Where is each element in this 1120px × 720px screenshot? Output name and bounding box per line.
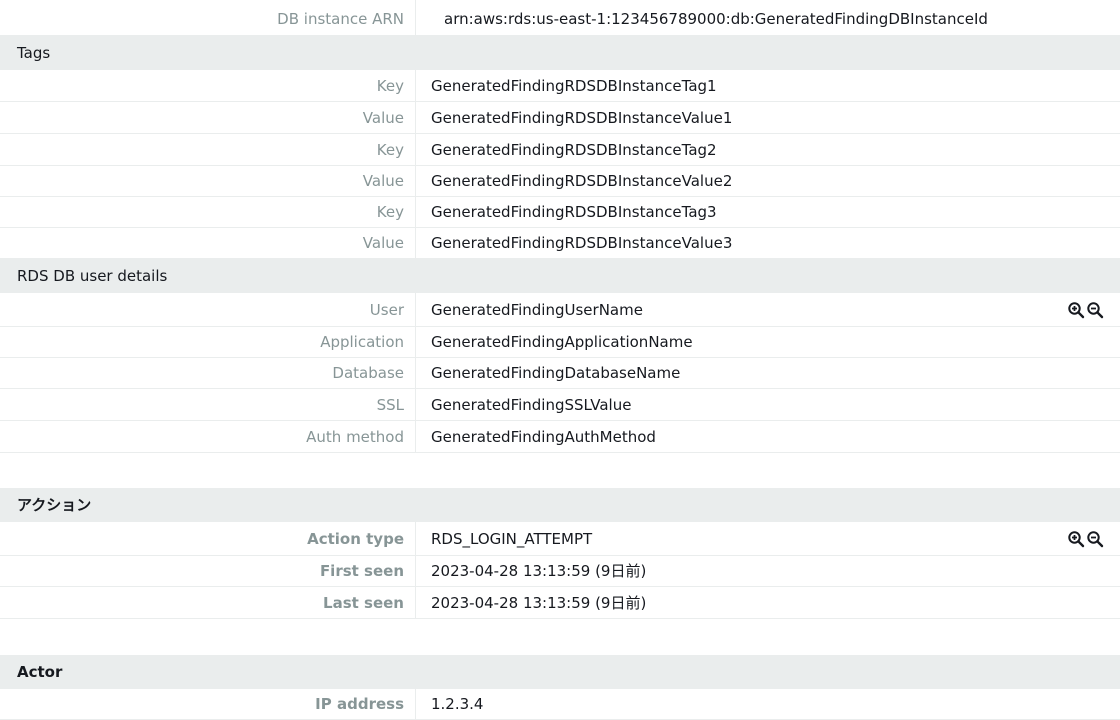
detail-row-tag-key: Key GeneratedFindingRDSDBInstanceTag2: [0, 134, 1120, 166]
row-value: GeneratedFindingRDSDBInstanceTag2: [431, 141, 717, 159]
zoom-in-icon[interactable]: [1067, 301, 1085, 319]
detail-row-user: User GeneratedFindingUserName: [0, 293, 1120, 327]
row-label: Key: [0, 70, 416, 101]
detail-row-action-type: Action type RDS_LOGIN_ATTEMPT: [0, 522, 1120, 556]
row-label: IP address: [0, 689, 416, 719]
row-value: GeneratedFindingRDSDBInstanceTag1: [431, 77, 717, 95]
row-label: Key: [0, 197, 416, 227]
row-label: Value: [0, 228, 416, 258]
row-value: GeneratedFindingSSLValue: [431, 396, 632, 414]
row-label: Value: [0, 102, 416, 133]
row-label: DB instance ARN: [0, 0, 416, 35]
row-value: GeneratedFindingRDSDBInstanceValue3: [431, 234, 733, 252]
row-label: Auth method: [0, 421, 416, 452]
detail-row-ssl: SSL GeneratedFindingSSLValue: [0, 389, 1120, 421]
row-label: Key: [0, 134, 416, 165]
detail-row-first-seen: First seen 2023-04-28 13:13:59 (9日前): [0, 556, 1120, 587]
finding-details-panel: DB instance ARN arn:aws:rds:us-east-1:12…: [0, 0, 1120, 720]
row-label: Last seen: [0, 587, 416, 618]
detail-row-tag-key: Key GeneratedFindingRDSDBInstanceTag1: [0, 70, 1120, 102]
row-value: GeneratedFindingAuthMethod: [431, 428, 656, 446]
zoom-out-icon[interactable]: [1086, 301, 1104, 319]
detail-row-tag-value: Value GeneratedFindingRDSDBInstanceValue…: [0, 102, 1120, 134]
section-header-action: アクション: [0, 488, 1120, 522]
zoom-controls: [1067, 301, 1104, 319]
detail-row-last-seen: Last seen 2023-04-28 13:13:59 (9日前): [0, 587, 1120, 619]
row-value: GeneratedFindingRDSDBInstanceTag3: [431, 203, 717, 221]
row-label: Application: [0, 327, 416, 357]
row-value: arn:aws:rds:us-east-1:123456789000:db:Ge…: [444, 10, 988, 28]
detail-row-tag-value: Value GeneratedFindingRDSDBInstanceValue…: [0, 166, 1120, 197]
zoom-in-icon[interactable]: [1067, 530, 1085, 548]
row-label: Database: [0, 358, 416, 388]
zoom-controls: [1067, 530, 1104, 548]
detail-row-database: Database GeneratedFindingDatabaseName: [0, 358, 1120, 389]
detail-row-db-instance-arn: DB instance ARN arn:aws:rds:us-east-1:12…: [0, 0, 1120, 36]
detail-row-tag-value: Value GeneratedFindingRDSDBInstanceValue…: [0, 228, 1120, 259]
row-value: 2023-04-28 13:13:59 (9日前): [431, 562, 647, 580]
row-value: GeneratedFindingRDSDBInstanceValue2: [431, 172, 733, 190]
row-label: First seen: [0, 556, 416, 586]
row-label: SSL: [0, 389, 416, 420]
row-value: GeneratedFindingUserName: [431, 301, 643, 319]
section-header-actor: Actor: [0, 655, 1120, 689]
row-value: GeneratedFindingApplicationName: [431, 333, 693, 351]
row-value: GeneratedFindingRDSDBInstanceValue1: [431, 109, 733, 127]
row-label: Value: [0, 166, 416, 196]
detail-row-tag-key: Key GeneratedFindingRDSDBInstanceTag3: [0, 197, 1120, 228]
row-value: GeneratedFindingDatabaseName: [431, 364, 681, 382]
zoom-out-icon[interactable]: [1086, 530, 1104, 548]
row-label: Action type: [0, 522, 416, 555]
section-header-tags: Tags: [0, 36, 1120, 70]
row-label: User: [0, 293, 416, 326]
row-value: 1.2.3.4: [431, 695, 484, 713]
section-header-user-details: RDS DB user details: [0, 259, 1120, 293]
detail-row-ip-address: IP address 1.2.3.4: [0, 689, 1120, 720]
row-value: 2023-04-28 13:13:59 (9日前): [431, 594, 647, 612]
detail-row-auth-method: Auth method GeneratedFindingAuthMethod: [0, 421, 1120, 453]
detail-row-application: Application GeneratedFindingApplicationN…: [0, 327, 1120, 358]
row-value: RDS_LOGIN_ATTEMPT: [431, 530, 593, 548]
